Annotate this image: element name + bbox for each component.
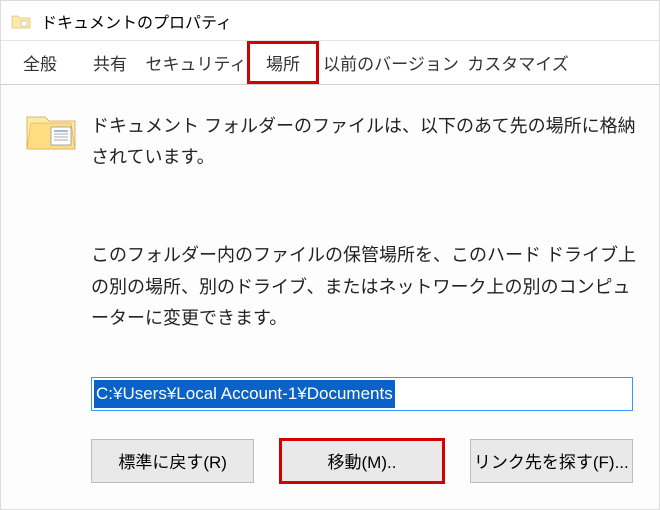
tab-sharing[interactable]: 共有 (75, 41, 145, 84)
properties-window: ドキュメントのプロパティ 全般 共有 セキュリティ 場所 以前のバージョン カス… (0, 0, 660, 510)
restore-default-button[interactable]: 標準に戻す(R) (91, 439, 254, 483)
tab-security[interactable]: セキュリティ (145, 41, 247, 84)
move-button[interactable]: 移動(M).. (280, 439, 443, 483)
find-target-button[interactable]: リンク先を探す(F)... (470, 439, 633, 483)
tab-previous-versions[interactable]: 以前のバージョン (319, 41, 463, 84)
path-value-selected: C:¥Users¥Local Account-1¥Documents (94, 380, 395, 408)
documents-folder-icon (25, 109, 77, 153)
window-title: ドキュメントのプロパティ (41, 9, 232, 33)
tab-location[interactable]: 場所 (247, 41, 319, 84)
titlebar: ドキュメントのプロパティ (1, 1, 659, 41)
tabstrip: 全般 共有 セキュリティ 場所 以前のバージョン カスタマイズ (1, 41, 659, 85)
tab-general[interactable]: 全般 (5, 41, 75, 84)
tab-content-location: ドキュメント フォルダーのファイルは、以下のあて先の場所に格納されています。 こ… (1, 85, 659, 483)
intro-text: ドキュメント フォルダーのファイルは、以下のあて先の場所に格納されています。 (91, 109, 639, 172)
intro-row: ドキュメント フォルダーのファイルは、以下のあて先の場所に格納されています。 (25, 109, 639, 172)
path-input[interactable]: C:¥Users¥Local Account-1¥Documents (91, 377, 633, 411)
description-text: このフォルダー内のファイルの保管場所を、このハード ドライブ上の別の場所、別のド… (91, 240, 639, 335)
tab-customize[interactable]: カスタマイズ (463, 41, 573, 84)
path-input-wrap: C:¥Users¥Local Account-1¥Documents (91, 377, 633, 411)
button-row: 標準に戻す(R) 移動(M).. リンク先を探す(F)... (91, 439, 633, 483)
folder-icon-small (11, 11, 31, 31)
